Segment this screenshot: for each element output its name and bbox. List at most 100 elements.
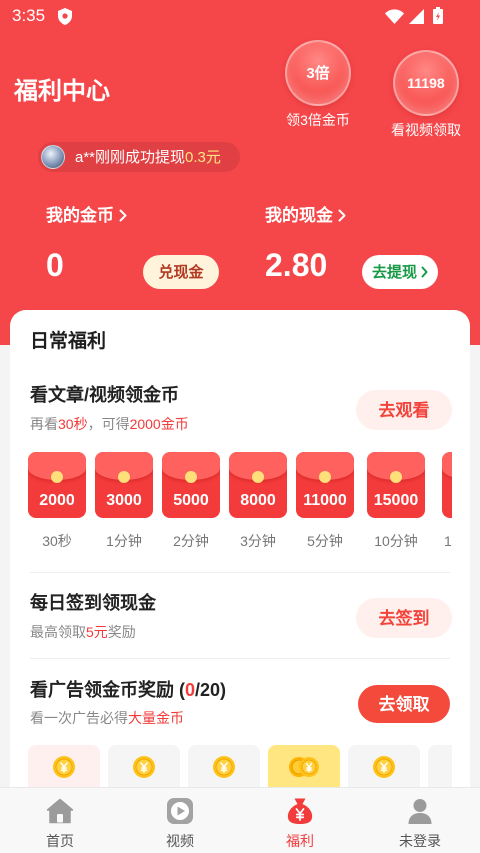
- coin-icon: [52, 755, 76, 779]
- shield-icon: [58, 8, 72, 25]
- envelope-seal: [390, 471, 402, 483]
- my-cash-label: 我的现金: [265, 206, 333, 225]
- video-icon: [166, 797, 194, 825]
- watch-task-subtitle: 再看30秒，可得2000金币: [30, 417, 189, 431]
- exchange-cash-button[interactable]: 兑现金: [143, 255, 219, 289]
- section-title: 日常福利: [30, 331, 107, 352]
- status-time: 3:35: [12, 6, 46, 25]
- red-envelope-row[interactable]: 2000 30秒 3000 1分钟 5000 2分钟 8000 3分钟 1100…: [28, 452, 452, 552]
- signin-task-title: 每日签到领现金: [30, 593, 156, 613]
- red-envelope-icon: 5000: [162, 452, 220, 518]
- go-watch-button[interactable]: 去观看: [356, 390, 452, 430]
- welfare-center-screen: 3:35 福利中心 3倍 领3倍金币 11198 看视频领取 a**刚刚成功提现…: [0, 0, 480, 853]
- envelope-amount: 3000: [106, 492, 142, 509]
- page-title: 福利中心: [14, 78, 110, 105]
- envelope-time-label: 1: [444, 534, 452, 548]
- divider: [30, 572, 450, 573]
- signal-icon: [409, 9, 424, 24]
- red-envelope: 5000 2分钟: [162, 452, 220, 552]
- ads-total-count: /20): [195, 680, 227, 700]
- envelope-time-label: 2分钟: [173, 533, 209, 549]
- video-reward-bubble[interactable]: 11198: [393, 50, 459, 116]
- withdraw-label: 去提现: [371, 263, 417, 281]
- red-envelope: 15000 10分钟: [367, 452, 425, 552]
- envelope-time-label: 30秒: [42, 533, 72, 549]
- envelope-seal: [319, 471, 331, 483]
- home-icon: [46, 797, 74, 825]
- ads-watched-count: 0: [185, 680, 196, 700]
- nav-label: 视频: [166, 833, 194, 849]
- exchange-cash-label: 兑现金: [158, 263, 204, 281]
- red-envelope: 3000 1分钟: [95, 452, 153, 552]
- divider: [30, 658, 450, 659]
- ticker-message: a**刚刚成功提现: [75, 148, 186, 166]
- remaining-time: 30秒: [58, 416, 88, 432]
- red-envelope-icon: 2000: [28, 452, 86, 518]
- my-cash-link[interactable]: 我的现金: [265, 207, 346, 224]
- daily-welfare-card: 日常福利 看文章/视频领金币 再看30秒，可得2000金币 去观看 2000 3…: [10, 310, 470, 853]
- subtitle-text: ，可得: [87, 416, 130, 432]
- red-envelope-icon: 11000: [296, 452, 354, 518]
- triple-coins-label: 领3倍金币: [286, 112, 350, 128]
- coin-balance: 0: [46, 247, 64, 283]
- red-envelope: 11000 5分钟: [296, 452, 354, 552]
- nav-item-account[interactable]: 未登录: [360, 788, 480, 853]
- red-envelope: 8000 3分钟: [229, 452, 287, 552]
- envelope-amount: 8000: [240, 492, 276, 509]
- coin-icon: [372, 755, 396, 779]
- bottom-nav: 首页 视频 福利 未登录: [0, 787, 480, 853]
- video-reward-label: 看视频领取: [391, 122, 461, 138]
- triple-coins-bubble[interactable]: 3倍: [285, 40, 351, 106]
- envelope-time-label: 10分钟: [374, 533, 418, 549]
- subtitle-text: 奖励: [107, 624, 136, 640]
- double-coin-icon: [287, 755, 321, 779]
- my-coins-link[interactable]: 我的金币: [46, 207, 127, 224]
- coin-icon: [212, 755, 236, 779]
- watch-task-title: 看文章/视频领金币: [30, 385, 180, 405]
- user-icon: [406, 797, 434, 825]
- bubble-value: 3倍: [306, 64, 330, 82]
- go-signin-button[interactable]: 去签到: [356, 598, 452, 638]
- withdraw-button[interactable]: 去提现: [362, 255, 438, 289]
- envelope-amount: 2000: [39, 492, 75, 509]
- ads-task-title: 看广告领金币奖励 (0/20): [30, 681, 226, 699]
- claim-button[interactable]: 去领取: [358, 685, 450, 723]
- red-envelope: 2000 30秒: [28, 452, 86, 552]
- envelope-time-label: 3分钟: [240, 533, 276, 549]
- red-envelope-icon: 15000: [367, 452, 425, 518]
- envelope-seal: [252, 471, 264, 483]
- nav-item-video[interactable]: 视频: [120, 788, 240, 853]
- envelope-time-label: 5分钟: [307, 533, 343, 549]
- envelope-seal: [51, 471, 63, 483]
- red-envelope: 1: [442, 452, 452, 552]
- red-envelope-icon: [442, 452, 452, 518]
- subtitle-text: 看一次广告必得: [30, 710, 128, 726]
- avatar: [41, 145, 65, 169]
- my-coins-label: 我的金币: [46, 206, 114, 225]
- ads-reward-highlight: 大量金币: [128, 710, 184, 726]
- ticker-amount: 0.3元: [185, 148, 221, 166]
- reward-amount: 2000金币: [129, 416, 189, 432]
- envelope-flap: [442, 452, 452, 480]
- nav-label: 福利: [286, 833, 314, 849]
- ads-title-text: 看广告领金币奖励 (: [30, 680, 185, 700]
- red-envelope-icon: 3000: [95, 452, 153, 518]
- nav-item-home[interactable]: 首页: [0, 788, 120, 853]
- header-background: [0, 0, 480, 345]
- withdraw-ticker: a**刚刚成功提现0.3元: [38, 142, 240, 172]
- go-watch-label: 去观看: [378, 400, 430, 420]
- go-signin-label: 去签到: [378, 608, 430, 628]
- money-bag-icon: [286, 797, 314, 825]
- cash-balance: 2.80: [265, 247, 328, 283]
- coin-icon: [132, 755, 156, 779]
- nav-label: 首页: [46, 833, 74, 849]
- subtitle-text: 最高领取: [30, 624, 86, 640]
- max-cash-amount: 5元: [86, 624, 108, 640]
- nav-label: 未登录: [399, 833, 441, 849]
- nav-item-welfare[interactable]: 福利: [240, 788, 360, 853]
- battery-icon: [433, 7, 443, 24]
- chevron-right-icon: [421, 266, 428, 278]
- envelope-amount: 5000: [173, 492, 209, 509]
- wifi-icon: [385, 9, 404, 24]
- envelope-amount: 15000: [373, 492, 419, 509]
